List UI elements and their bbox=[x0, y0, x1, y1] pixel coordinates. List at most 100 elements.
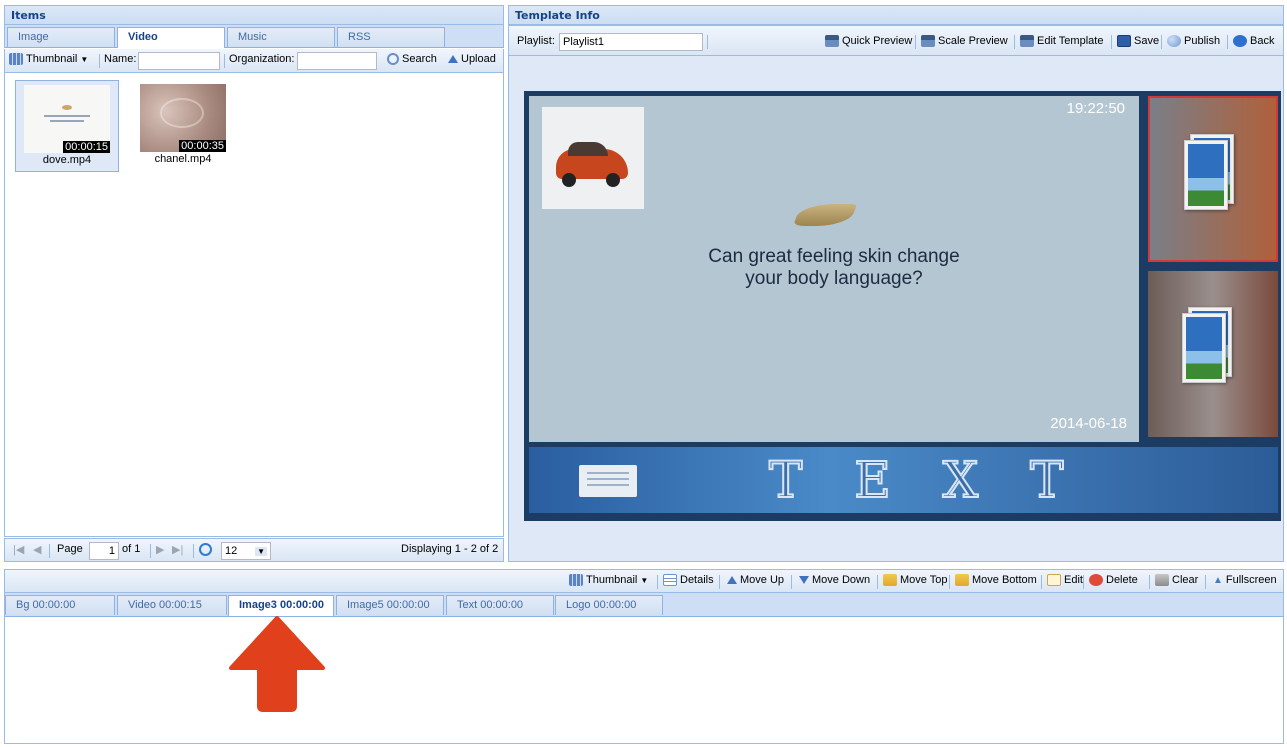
tab-text[interactable]: Text 00:00:00 bbox=[446, 595, 554, 615]
timeline-tabstrip: Bg 00:00:00 Video 00:00:15 Image3 00:00:… bbox=[4, 593, 1284, 617]
name-input[interactable] bbox=[138, 52, 220, 70]
tab-video[interactable]: Video bbox=[117, 27, 225, 48]
thumbnail-view-button[interactable]: Thumbnail ▼ bbox=[9, 53, 88, 65]
image3-zone[interactable] bbox=[1148, 96, 1278, 262]
save-button[interactable]: Save bbox=[1117, 35, 1159, 47]
move-bottom-icon bbox=[955, 574, 969, 586]
document-icon bbox=[579, 465, 637, 497]
clapperboard-icon bbox=[921, 35, 935, 47]
back-icon bbox=[1233, 35, 1247, 47]
tab-image[interactable]: Image bbox=[7, 27, 115, 47]
items-panel-header: Items bbox=[4, 5, 504, 25]
dove-logo-icon bbox=[792, 204, 858, 226]
video-thumbnail: 00:00:35 bbox=[140, 84, 226, 152]
clear-button[interactable]: Clear bbox=[1155, 574, 1198, 586]
timeline-thumbnail-button[interactable]: Thumbnail ▼ bbox=[569, 574, 648, 586]
details-icon bbox=[663, 574, 677, 586]
chevron-down-icon: ▼ bbox=[640, 575, 649, 585]
scale-preview-button[interactable]: Scale Preview bbox=[921, 35, 1008, 47]
last-page-button[interactable]: ▶| bbox=[172, 543, 183, 556]
fullscreen-button[interactable]: ▲ Fullscreen bbox=[1213, 574, 1277, 586]
clock-text: 19:22:50 bbox=[1066, 100, 1125, 117]
edit-template-button[interactable]: Edit Template bbox=[1020, 35, 1103, 47]
video-name: dove.mp4 bbox=[42, 154, 92, 166]
move-top-button[interactable]: Move Top bbox=[883, 574, 948, 586]
prev-page-button[interactable]: ◀ bbox=[33, 543, 41, 556]
move-bottom-button[interactable]: Move Bottom bbox=[955, 574, 1037, 586]
template-panel-header: Template Info bbox=[508, 5, 1284, 25]
delete-button[interactable]: Delete bbox=[1089, 574, 1138, 586]
edit-template-label: Edit Template bbox=[1037, 35, 1104, 47]
move-up-button[interactable]: Move Up bbox=[727, 574, 784, 586]
chevron-down-icon: ▼ bbox=[255, 546, 267, 556]
move-down-button[interactable]: Move Down bbox=[799, 574, 870, 586]
image5-zone[interactable] bbox=[1148, 271, 1278, 437]
clear-label: Clear bbox=[1172, 574, 1199, 586]
tab-logo[interactable]: Logo 00:00:00 bbox=[555, 595, 663, 615]
thumbnail-label: Thumbnail bbox=[586, 574, 638, 586]
page-size-select[interactable]: 12 ▼ bbox=[221, 542, 271, 560]
text-zone[interactable]: T E X T bbox=[529, 447, 1278, 513]
publish-label: Publish bbox=[1184, 35, 1221, 47]
page-size-value: 12 bbox=[225, 545, 238, 557]
upload-label: Upload bbox=[461, 53, 496, 65]
video-item-dove[interactable]: 00:00:15 dove.mp4 bbox=[15, 80, 119, 172]
fullscreen-icon: ▲ bbox=[1213, 574, 1223, 586]
organization-label: Organization: bbox=[229, 53, 295, 65]
arrow-down-icon bbox=[799, 576, 809, 584]
tab-image3[interactable]: Image3 00:00:00 bbox=[228, 595, 334, 616]
quick-preview-button[interactable]: Quick Preview bbox=[825, 35, 912, 47]
next-page-button[interactable]: ▶ bbox=[156, 543, 164, 556]
details-label: Details bbox=[680, 574, 714, 586]
tab-rss[interactable]: RSS bbox=[337, 27, 445, 47]
details-button[interactable]: Details bbox=[663, 574, 714, 586]
publish-icon bbox=[1167, 35, 1181, 47]
video-duration: 00:00:15 bbox=[63, 141, 110, 153]
items-list: 00:00:15 dove.mp4 00:00:35 chanel.mp4 bbox=[4, 73, 504, 537]
quick-preview-label: Quick Preview bbox=[842, 35, 913, 47]
search-label: Search bbox=[402, 53, 437, 65]
edit-button[interactable]: Edit bbox=[1047, 574, 1083, 586]
upload-button[interactable]: Upload bbox=[448, 53, 496, 65]
delete-label: Delete bbox=[1106, 574, 1138, 586]
video-name: chanel.mp4 bbox=[154, 153, 212, 165]
page-total-label: of 1 bbox=[122, 543, 141, 555]
tab-bg[interactable]: Bg 00:00:00 bbox=[5, 595, 115, 615]
text-banner: T E X T bbox=[768, 450, 1082, 510]
refresh-button[interactable] bbox=[199, 543, 212, 556]
headline-line2: your body language? bbox=[745, 268, 923, 289]
chevron-down-icon: ▼ bbox=[80, 54, 89, 64]
playlist-input[interactable] bbox=[559, 33, 703, 51]
video-item-chanel[interactable]: 00:00:35 chanel.mp4 bbox=[131, 80, 235, 172]
dove-logo-icon bbox=[62, 105, 72, 110]
organization-input[interactable] bbox=[297, 52, 377, 70]
upload-icon bbox=[448, 55, 458, 63]
video-thumbnail: 00:00:15 bbox=[24, 85, 110, 153]
move-bottom-label: Move Bottom bbox=[972, 574, 1037, 586]
main-video-zone[interactable]: 19:22:50 Can great feeling skin change y… bbox=[529, 96, 1139, 442]
first-page-button[interactable]: |◀ bbox=[13, 543, 24, 556]
clapperboard-icon bbox=[1020, 35, 1034, 47]
template-preview-area: 19:22:50 Can great feeling skin change y… bbox=[508, 56, 1284, 562]
move-top-icon bbox=[883, 574, 897, 586]
clapperboard-icon bbox=[825, 35, 839, 47]
search-button[interactable]: Search bbox=[387, 53, 437, 65]
fullscreen-label: Fullscreen bbox=[1225, 574, 1277, 586]
tab-music[interactable]: Music bbox=[227, 27, 335, 47]
page-label: Page bbox=[57, 543, 83, 555]
grid-icon bbox=[569, 574, 583, 586]
tab-image5[interactable]: Image5 00:00:00 bbox=[336, 595, 444, 615]
tab-video-layer[interactable]: Video 00:00:15 bbox=[117, 595, 227, 615]
back-button[interactable]: Back bbox=[1233, 35, 1274, 47]
display-count-text: Displaying 1 - 2 of 2 bbox=[401, 543, 499, 555]
clear-icon bbox=[1155, 574, 1169, 586]
publish-button[interactable]: Publish bbox=[1167, 35, 1220, 47]
image-placeholder-icon bbox=[1182, 307, 1234, 383]
page-number-input[interactable] bbox=[89, 542, 119, 560]
items-pager: |◀ ◀ Page of 1 ▶ ▶| 12 ▼ Displaying 1 - … bbox=[4, 538, 504, 562]
refresh-icon bbox=[199, 543, 212, 556]
timeline-toolbar: Thumbnail ▼ Details Move Up Move Down Mo… bbox=[4, 569, 1284, 593]
grid-icon bbox=[9, 53, 23, 65]
items-toolbar: Thumbnail ▼ Name: Organization: Search U… bbox=[4, 49, 504, 73]
image-placeholder-icon bbox=[1184, 134, 1236, 210]
